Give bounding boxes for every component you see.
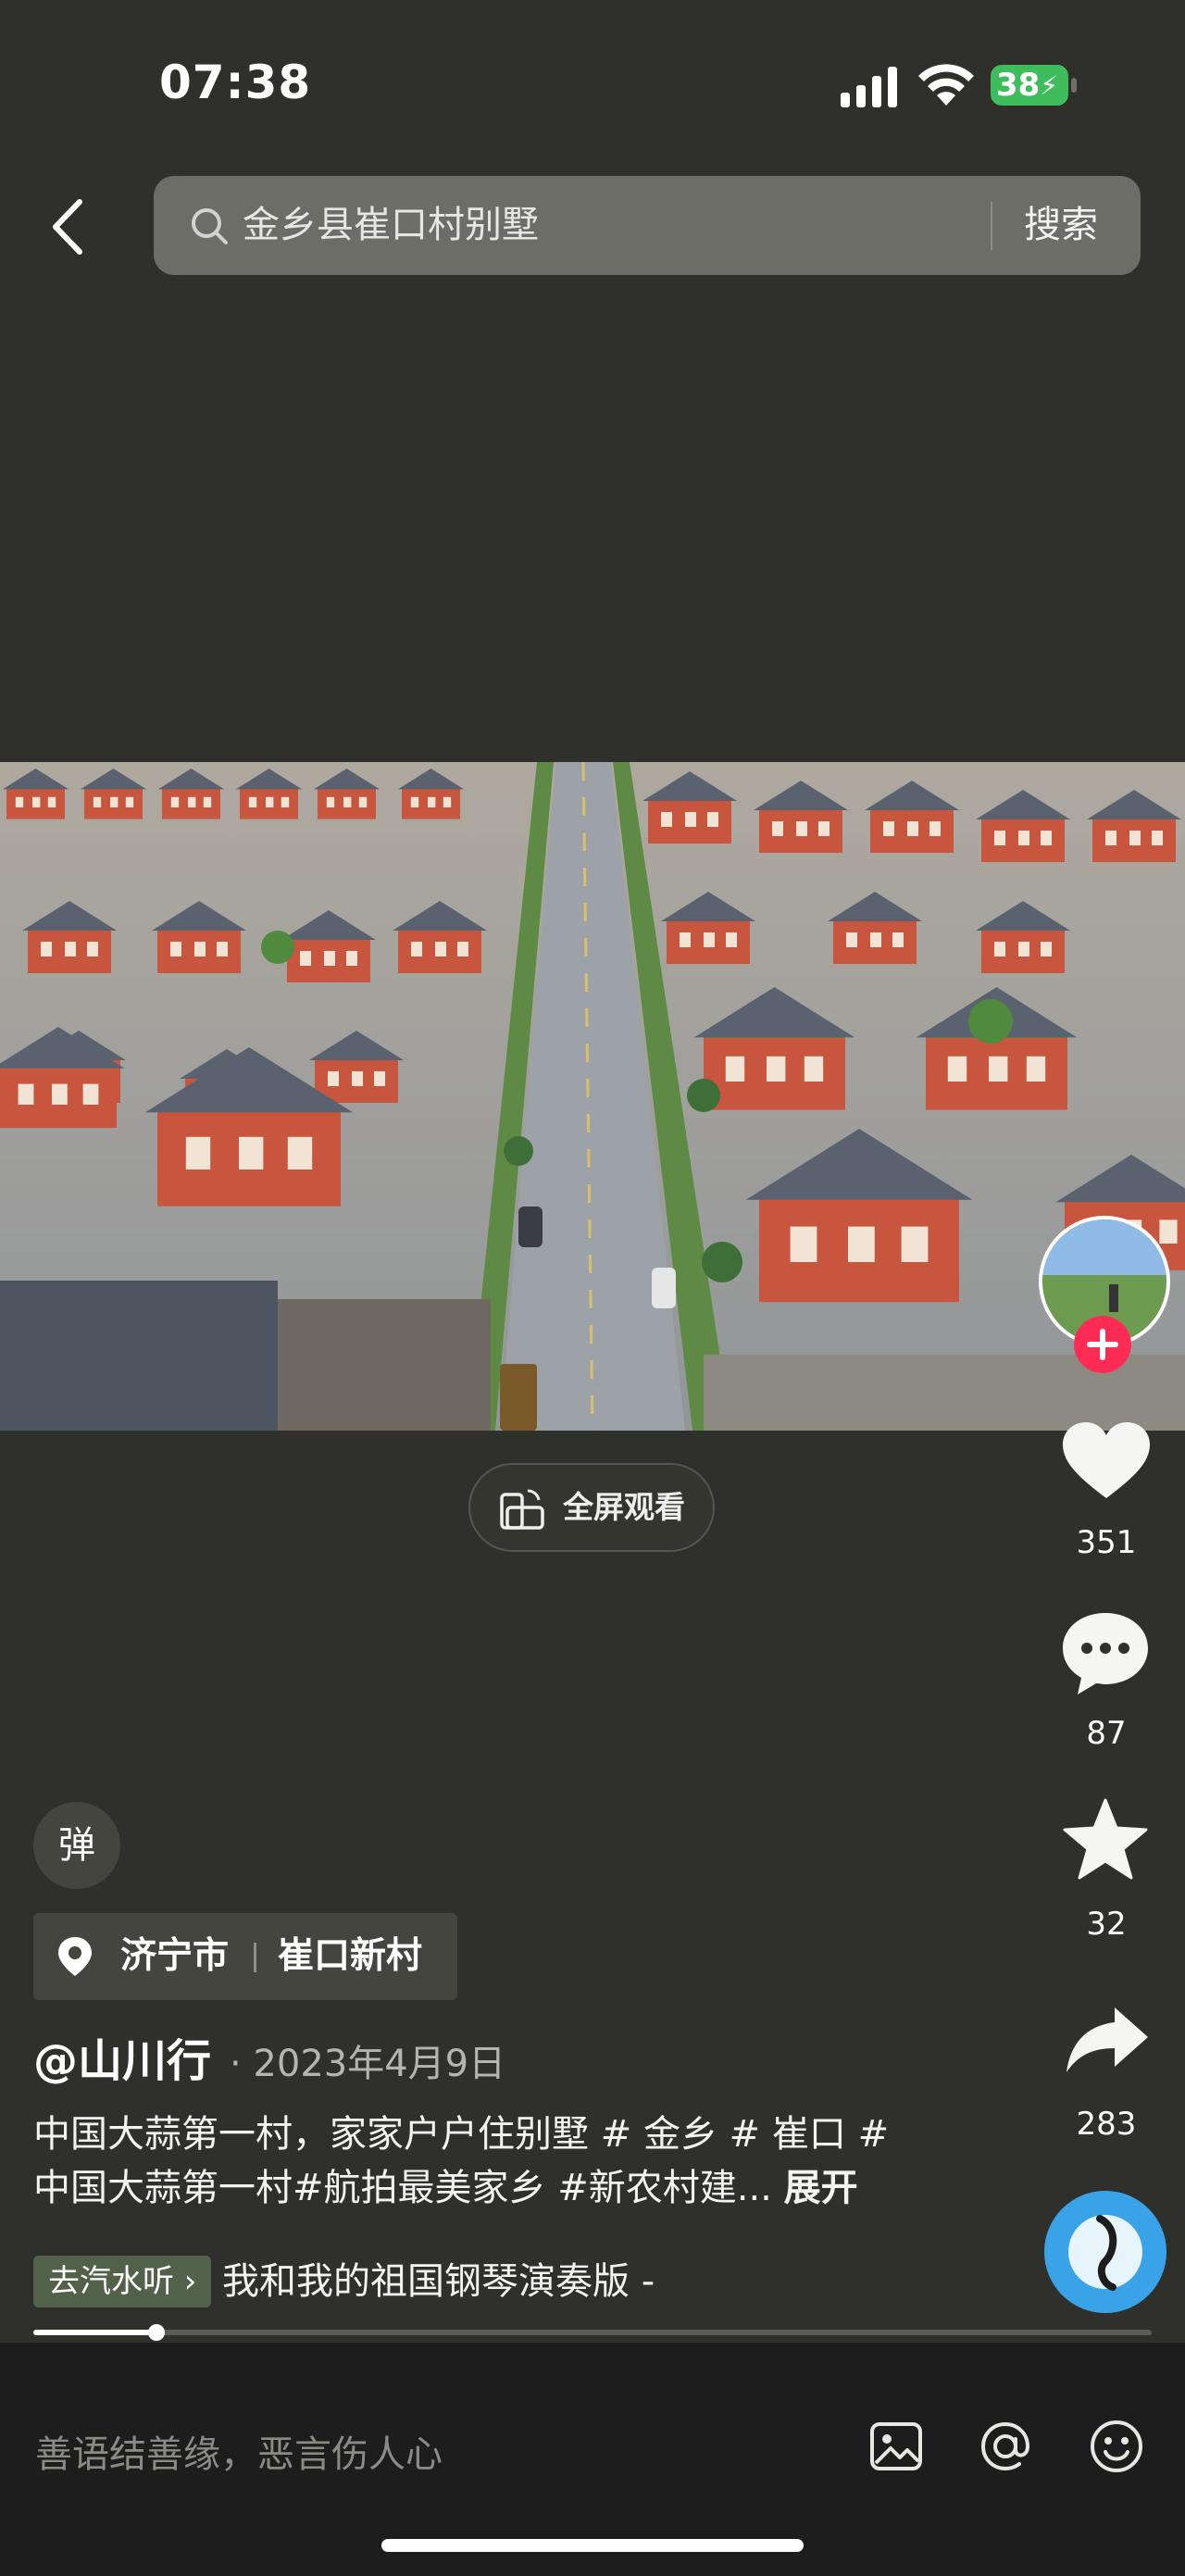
location-pin-icon <box>58 1937 92 1976</box>
star-icon[interactable] <box>1063 1798 1148 1880</box>
plus-icon <box>1087 1329 1118 1360</box>
music-title[interactable]: 我和我的祖国钢琴演奏版 - <box>222 2256 655 2307</box>
fullscreen-button[interactable]: 全屏观看 <box>468 1463 715 1552</box>
favorite-count: 32 <box>1086 1906 1127 1943</box>
search-bar[interactable]: 金乡县崔口村别墅 搜索 <box>154 176 1141 275</box>
rotate-screen-icon <box>500 1489 544 1530</box>
search-input[interactable]: 金乡县崔口村别墅 <box>243 176 539 275</box>
cellular-signal-icon <box>841 67 897 107</box>
search-icon <box>192 208 228 244</box>
battery-indicator: 38 ⚡ <box>991 65 1068 106</box>
emoji-icon[interactable] <box>1087 2417 1146 2476</box>
status-time: 07:38 <box>159 56 312 109</box>
status-bar: 07:38 38 ⚡ <box>0 0 1185 167</box>
follow-button[interactable] <box>1074 1316 1131 1373</box>
danmu-toggle[interactable]: 弹 <box>33 1802 120 1889</box>
video-player[interactable] <box>0 762 1185 1431</box>
post-caption: 中国大蒜第一村，家家户户住别墅 # 金乡 # 崔口 # 中国大蒜第一村#航拍最美… <box>33 2107 959 2215</box>
location-tag[interactable]: 济宁市 崔口新村 <box>33 1913 457 2000</box>
battery-level: 38 <box>996 67 1041 104</box>
home-indicator <box>381 2539 804 2552</box>
caption-line-1: 中国大蒜第一村，家家户户住别墅 # 金乡 # 崔口 # <box>33 2113 890 2156</box>
fullscreen-label: 全屏观看 <box>563 1489 685 1525</box>
author-name[interactable]: @山川行 <box>33 2024 211 2089</box>
share-icon[interactable] <box>1065 2004 1150 2074</box>
charging-icon: ⚡ <box>1040 69 1058 101</box>
location-place: 崔口新村 <box>278 1935 423 1977</box>
danmu-label: 弹 <box>58 1824 95 1867</box>
music-disc-icon <box>1044 2191 1166 2313</box>
progress-fill <box>33 2330 156 2335</box>
image-icon[interactable] <box>867 2417 926 2476</box>
caption-line-2: 中国大蒜第一村#航拍最美家乡 #新农村建... 展开 <box>33 2161 959 2215</box>
comment-input[interactable]: 善语结善缘，恶言伤人心 <box>35 2424 443 2478</box>
heart-icon[interactable] <box>1061 1420 1152 1502</box>
location-separator <box>254 1943 256 1972</box>
post-date: · 2023年4月9日 <box>230 2043 506 2085</box>
expand-link[interactable]: 展开 <box>784 2167 858 2209</box>
aerial-village-image <box>0 762 1185 1431</box>
location-city: 济宁市 <box>120 1935 230 1977</box>
qishui-listen-tag[interactable]: 去汽水听 › <box>33 2256 212 2307</box>
progress-knob[interactable] <box>147 2324 165 2341</box>
comment-count: 87 <box>1086 1715 1127 1752</box>
share-count: 283 <box>1076 2106 1137 2143</box>
back-icon[interactable] <box>41 194 96 259</box>
search-button[interactable]: 搜索 <box>1024 176 1098 275</box>
like-count: 351 <box>1076 1524 1137 1561</box>
video-progress-bar[interactable] <box>33 2324 1152 2341</box>
search-divider <box>991 202 992 250</box>
battery-cap <box>1071 78 1077 93</box>
wifi-icon <box>918 64 974 106</box>
at-icon[interactable] <box>976 2417 1035 2476</box>
music-disc[interactable] <box>1044 2191 1166 2313</box>
caption-line-2-text: 中国大蒜第一村#航拍最美家乡 #新农村建... <box>33 2167 784 2209</box>
comment-icon[interactable] <box>1059 1609 1152 1698</box>
